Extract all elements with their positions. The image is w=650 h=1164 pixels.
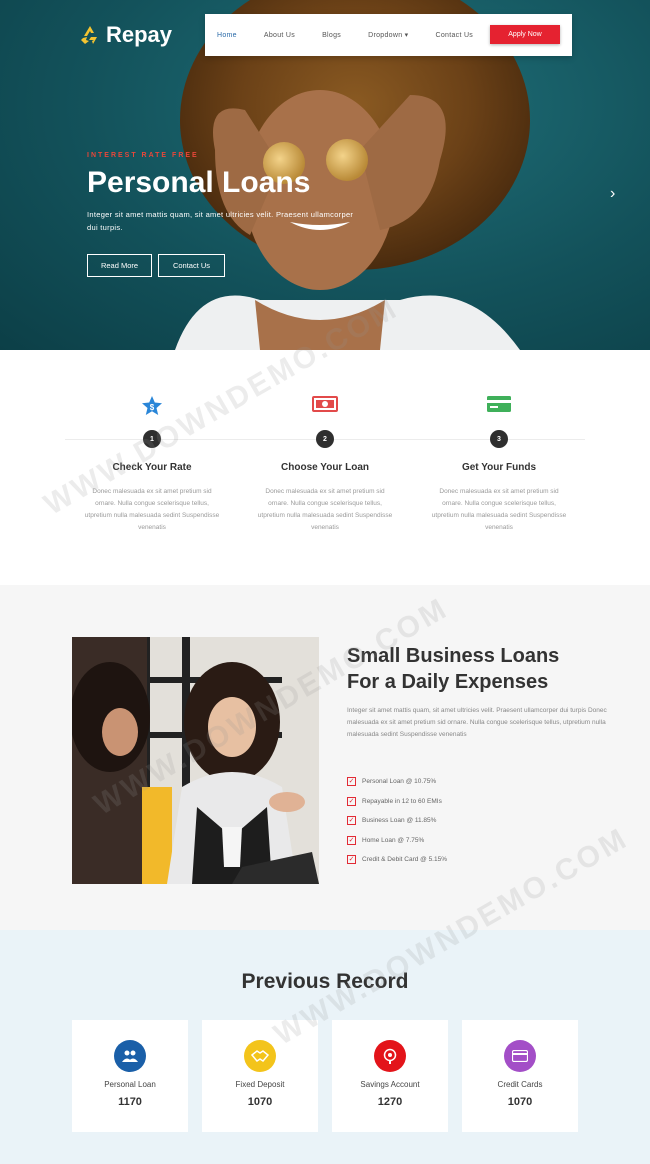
svg-text:$: $ <box>150 403 155 412</box>
users-icon <box>114 1040 146 1072</box>
step-description: Donec malesuada ex sit amet pretium sid … <box>431 488 567 531</box>
credit-card-icon <box>504 1040 536 1072</box>
record-label: Savings Account <box>360 1080 420 1089</box>
brand-logo[interactable]: Repay <box>80 22 172 48</box>
checkbox-icon: ✓ <box>347 835 356 845</box>
rate-label: Credit & Debit Card @ 5.15% <box>362 856 447 864</box>
business-title-line-1: Small Business Loans <box>347 645 560 667</box>
checkbox-icon: ✓ <box>347 855 356 865</box>
main-navigation: Home About Us Blogs Dropdown ▾ Contact U… <box>205 14 572 56</box>
record-card-credit-cards[interactable]: Credit Cards 1070 <box>462 1020 578 1132</box>
rate-item: ✓ Personal Loan @ 10.75% <box>347 772 447 792</box>
apply-now-button[interactable]: Apply Now <box>490 25 560 44</box>
step-title: Choose Your Loan <box>281 462 369 473</box>
checkbox-icon: ✓ <box>347 777 356 787</box>
record-value: 1270 <box>377 1096 403 1108</box>
step-number: 2 <box>316 430 334 448</box>
rate-item: ✓ Repayable in 12 to 60 EMIs <box>347 792 447 812</box>
rate-item: ✓ Home Loan @ 7.75% <box>347 831 447 851</box>
record-value: 1170 <box>118 1096 142 1108</box>
nav-blogs[interactable]: Blogs <box>322 32 341 39</box>
rate-item: ✓ Business Loan @ 11.85% <box>347 811 447 831</box>
step-description: Donec malesuada ex sit amet pretium sid … <box>257 488 393 531</box>
nav-about-us[interactable]: About Us <box>264 32 295 39</box>
record-label: Credit Cards <box>497 1080 543 1089</box>
step-number: 1 <box>143 430 161 448</box>
rate-label: Home Loan @ 7.75% <box>362 836 425 844</box>
hero-kicker: INTEREST RATE FREE <box>87 152 199 159</box>
rate-list: ✓ Personal Loan @ 10.75% ✓ Repayable in 12… <box>347 772 447 870</box>
business-title-line-2: For a Daily Expenses <box>347 671 549 693</box>
recycle-icon <box>81 26 97 44</box>
checkbox-icon: ✓ <box>347 816 356 826</box>
brand-name: Repay <box>106 22 173 47</box>
rate-label: Repayable in 12 to 60 EMIs <box>362 797 442 805</box>
record-card-personal-loan[interactable]: Personal Loan 1170 <box>72 1020 188 1132</box>
business-loans-section: Small Business Loans For a Daily Expense… <box>0 585 650 930</box>
contact-us-button[interactable]: Contact Us <box>158 254 225 277</box>
nav-home[interactable]: Home <box>217 32 237 39</box>
cash-icon <box>312 396 338 412</box>
nav-contact-us[interactable]: Contact Us <box>435 32 473 39</box>
steps-section: $ 1 Check Your Rate Donec malesuada ex s… <box>0 350 650 585</box>
step-title: Get Your Funds <box>461 462 537 473</box>
rate-label: Personal Loan @ 10.75% <box>362 778 437 786</box>
record-card-fixed-deposit[interactable]: Fixed Deposit 1070 <box>202 1020 318 1132</box>
record-value: 1070 <box>247 1096 273 1108</box>
step-description: Donec malesuada ex sit amet pretium sid … <box>84 488 220 531</box>
previous-record-section: Previous Record Personal Loan 1170 Fixed… <box>0 930 650 1164</box>
handshake-icon <box>244 1040 276 1072</box>
rate-item: ✓ Credit & Debit Card @ 5.15% <box>347 850 447 870</box>
star-badge-icon: $ <box>142 396 162 415</box>
hero-description: Integer sit amet mattis quam, sit amet u… <box>87 210 354 232</box>
business-meeting-photo <box>72 637 319 884</box>
record-label: Fixed Deposit <box>235 1080 285 1089</box>
business-title: Small Business Loans For a Daily Expense… <box>347 643 607 695</box>
step-number: 3 <box>490 430 508 448</box>
hero-title: Personal Loans <box>87 166 311 199</box>
checkbox-icon: ✓ <box>347 796 356 806</box>
nav-dropdown-label: Dropdown <box>368 32 403 39</box>
record-label: Personal Loan <box>104 1080 156 1089</box>
hero-banner: Repay Home About Us Blogs Dropdown ▾ Con… <box>0 0 650 350</box>
card-icon <box>487 396 511 412</box>
record-value: 1070 <box>507 1096 533 1108</box>
nav-dropdown[interactable]: Dropdown ▾ <box>368 31 408 39</box>
read-more-button[interactable]: Read More <box>87 254 152 277</box>
record-card-savings-account[interactable]: Savings Account 1270 <box>332 1020 448 1132</box>
rate-label: Business Loan @ 11.85% <box>362 817 437 825</box>
step-title: Check Your Rate <box>112 462 192 473</box>
piggy-bank-icon <box>374 1040 406 1072</box>
records-title: Previous Record <box>241 970 409 993</box>
business-description: Integer sit amet mattis quam, sit amet u… <box>347 707 607 738</box>
chevron-down-icon: ▾ <box>404 32 409 39</box>
next-slide-icon[interactable]: › <box>610 185 615 203</box>
